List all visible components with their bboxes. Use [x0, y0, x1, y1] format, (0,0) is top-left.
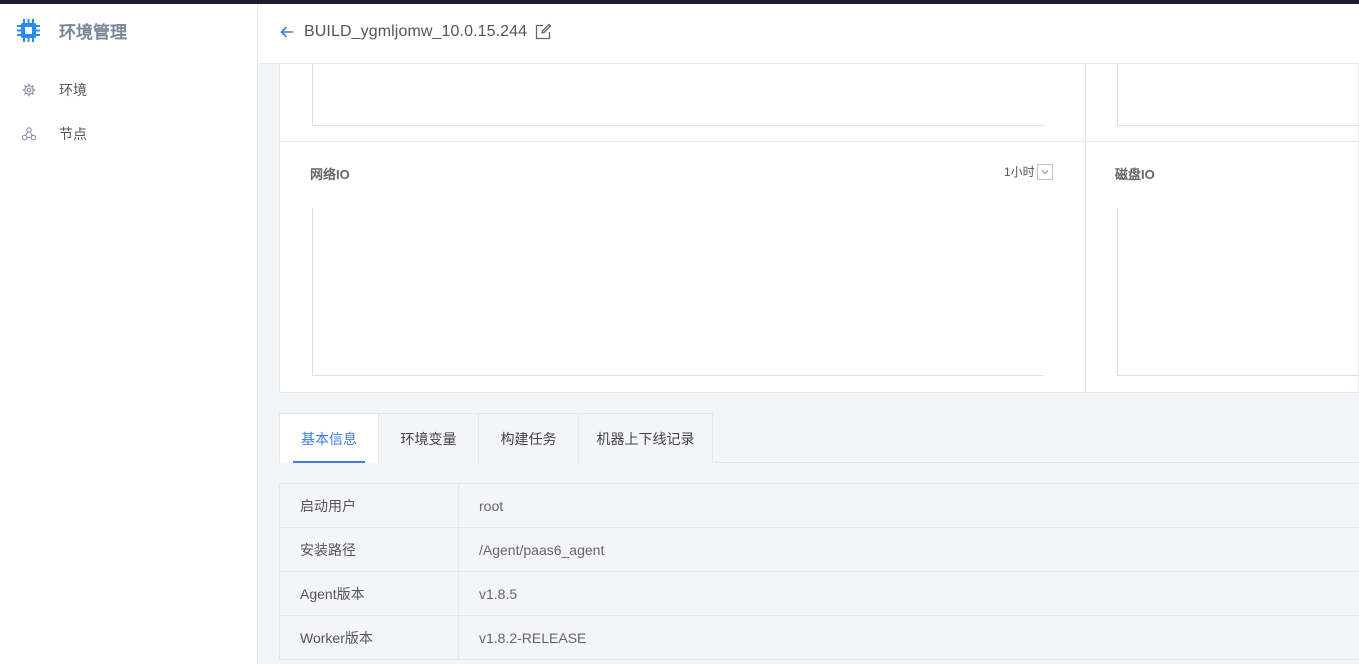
tab-bar: 基本信息 环境变量 构建任务 机器上下线记录 [279, 413, 1359, 463]
arrow-left-icon[interactable] [279, 24, 295, 40]
chart-area [1117, 64, 1359, 126]
chevron-down-icon [1036, 163, 1053, 180]
tab-basic-info[interactable]: 基本信息 [279, 413, 379, 463]
page-header: BUILD_ygmljomw_10.0.15.244 [259, 4, 1359, 64]
tab-env-variables[interactable]: 环境变量 [378, 413, 479, 463]
table-row: 启动用户 root [279, 484, 1359, 528]
network-io-chart [312, 208, 1044, 376]
info-key: Worker版本 [279, 616, 459, 659]
nodes-icon [22, 127, 36, 141]
gear-icon [22, 83, 36, 97]
main-content: 网络IO 1小时 磁盘IO 基本信息 环境变量 构建任务 机器上下线记录 启动用… [259, 64, 1359, 664]
edit-icon[interactable] [534, 23, 552, 41]
info-key: Agent版本 [279, 572, 459, 615]
chip-icon [16, 18, 41, 43]
info-key: 安装路径 [279, 528, 459, 571]
page-title: BUILD_ygmljomw_10.0.15.244 [304, 23, 528, 40]
network-io-title: 网络IO [310, 167, 350, 182]
sidebar-item-environment[interactable]: 环境 [22, 79, 87, 101]
sidebar-item-label: 环境 [59, 82, 87, 98]
brand-title: 环境管理 [59, 22, 127, 42]
sidebar: 环境管理 环境 节点 [0, 4, 258, 664]
brand: 环境管理 [16, 18, 127, 42]
panel-divider [1085, 142, 1086, 392]
info-value: /Agent/paas6_agent [479, 541, 605, 558]
sidebar-item-label: 节点 [59, 126, 87, 142]
disk-io-chart [1117, 208, 1359, 376]
table-row: Worker版本 v1.8.2-RELEASE [279, 616, 1359, 660]
detail-section: 基本信息 环境变量 构建任务 机器上下线记录 启动用户 root 安装路径 /A… [279, 413, 1359, 663]
info-value: root [479, 497, 504, 514]
sidebar-item-nodes[interactable]: 节点 [22, 123, 87, 145]
time-range-select[interactable]: 1小时 [1004, 163, 1053, 180]
tab-online-offline-log[interactable]: 机器上下线记录 [578, 413, 713, 463]
table-row: 安装路径 /Agent/paas6_agent [279, 528, 1359, 572]
info-value: v1.8.5 [479, 585, 518, 602]
chart-area [312, 64, 1044, 126]
tab-build-tasks[interactable]: 构建任务 [478, 413, 579, 463]
panel-divider [1085, 64, 1086, 141]
time-range-value: 1小时 [1004, 165, 1035, 179]
info-key: 启动用户 [279, 484, 459, 527]
table-row: Agent版本 v1.8.5 [279, 572, 1359, 616]
chart-row-upper [279, 64, 1359, 142]
disk-io-title: 磁盘IO [1115, 167, 1155, 182]
info-table: 启动用户 root 安装路径 /Agent/paas6_agent Agent版… [279, 483, 1359, 660]
chart-row-io: 网络IO 1小时 磁盘IO [279, 141, 1359, 393]
info-value: v1.8.2-RELEASE [479, 629, 587, 646]
